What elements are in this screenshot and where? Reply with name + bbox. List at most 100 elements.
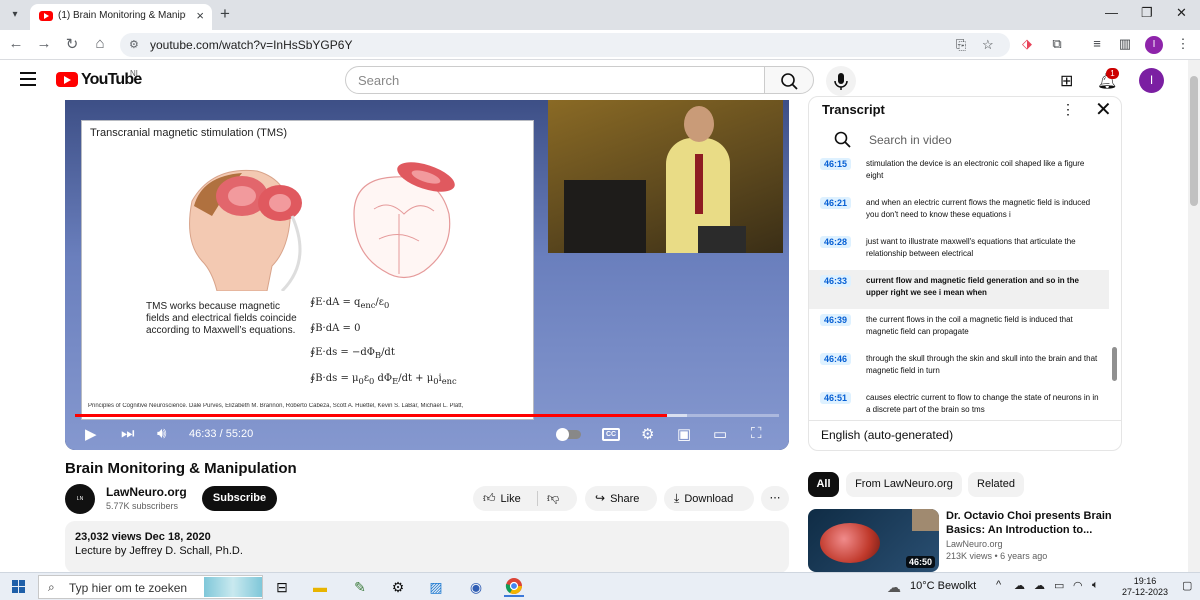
media-queue-icon[interactable]: ≡ [1088, 36, 1106, 51]
weather-text[interactable]: 10°C Bewolkt [910, 580, 976, 592]
more-vertical-icon[interactable]: ⋮ [1061, 101, 1075, 118]
more-actions-button[interactable]: ⋯ [761, 486, 789, 511]
create-video-icon[interactable]: ⊞ [1060, 71, 1073, 91]
progress-bar[interactable] [75, 414, 779, 417]
new-tab-icon[interactable]: + [220, 4, 230, 24]
transcript-timestamp[interactable]: 46:28 [820, 236, 852, 248]
paint-icon[interactable]: ✎ [350, 577, 370, 597]
channel-name[interactable]: LawNeuro.org [106, 485, 187, 499]
onedrive-cloud-icon[interactable]: ☁ [1014, 579, 1025, 592]
settings-gear-icon[interactable]: ⚙ [388, 577, 408, 597]
transcript-timestamp[interactable]: 46:51 [820, 392, 852, 404]
miniplayer-icon[interactable]: ▣ [677, 425, 691, 443]
transcript-row[interactable]: 46:15 stimulation the device is an electr… [809, 153, 1109, 192]
task-view-icon[interactable]: ⊟ [272, 577, 292, 597]
home-icon[interactable]: ⌂ [90, 35, 110, 52]
transcript-search-input[interactable]: Search in video [869, 133, 952, 147]
app-icon[interactable]: ◉ [466, 577, 486, 597]
address-bar[interactable]: ⚙ youtube.com/watch?v=InHsSbYGP6Y ⎘ ☆ [120, 33, 1010, 57]
extension-icon[interactable]: ⬗ [1018, 36, 1036, 52]
related-video-thumbnail[interactable]: 46:50 [808, 509, 939, 572]
close-icon[interactable]: ✕ [1095, 97, 1112, 122]
transcript-row[interactable]: 46:46 through the skull through the skin … [809, 348, 1109, 387]
download-button[interactable]: ⤓ Download [664, 486, 754, 511]
transcript-scrollbar-thumb[interactable] [1112, 347, 1117, 381]
settings-gear-icon[interactable]: ⚙ [641, 425, 654, 443]
transcript-row[interactable]: 46:39 the current flows in the coil a mag… [809, 309, 1109, 348]
chip-related[interactable]: Related [968, 472, 1024, 497]
transcript-timestamp[interactable]: 46:33 [820, 275, 852, 287]
transcript-timestamp[interactable]: 46:39 [820, 314, 852, 326]
related-video-channel[interactable]: LawNeuro.org [946, 539, 1003, 549]
transcript-timestamp[interactable]: 46:15 [820, 158, 852, 170]
reload-icon[interactable]: ↻ [62, 35, 82, 53]
site-info-icon[interactable]: ⚙ [129, 38, 139, 51]
notification-center-icon[interactable]: ▢ [1182, 579, 1192, 592]
chrome-menu-icon[interactable]: ⋮ [1174, 36, 1192, 52]
play-icon[interactable]: ▶ [85, 425, 97, 443]
chrome-icon[interactable] [504, 577, 524, 597]
search-icon[interactable] [834, 131, 852, 149]
install-app-icon[interactable]: ⎘ [956, 37, 966, 53]
transcript-panel: Transcript ⋮ ✕ Search in video 46:15 stim… [808, 96, 1122, 451]
page-scrollbar[interactable] [1188, 60, 1200, 572]
windows-start-icon[interactable] [12, 580, 25, 593]
like-button[interactable]: 👍︎ Like [483, 486, 521, 512]
battery-icon[interactable]: ▭ [1054, 579, 1064, 592]
fullscreen-icon[interactable]: ⛶ [751, 425, 762, 442]
account-avatar[interactable]: I [1139, 68, 1164, 93]
transcript-timestamp[interactable]: 46:46 [820, 353, 852, 365]
wifi-icon[interactable]: ◠ [1073, 579, 1083, 592]
menu-icon[interactable] [20, 72, 36, 90]
share-button[interactable]: ↪ Share [585, 486, 657, 511]
transcript-language[interactable]: English (auto-generated) [821, 428, 953, 442]
close-tab-icon[interactable]: × [196, 8, 204, 23]
captions-icon[interactable]: CC [602, 428, 620, 441]
transcript-row[interactable]: 46:21 and when an electric current flows … [809, 192, 1109, 231]
url-text[interactable]: youtube.com/watch?v=InHsSbYGP6Y [150, 38, 352, 52]
profile-avatar[interactable]: I [1145, 36, 1163, 54]
search-input[interactable]: Search [345, 66, 765, 94]
voice-search-button[interactable] [826, 66, 856, 96]
transcript-text: just want to illustrate maxwell's equati… [866, 237, 1076, 258]
browser-tab[interactable]: (1) Brain Monitoring & Manipul × [30, 4, 212, 30]
forward-icon[interactable]: → [34, 35, 54, 52]
next-video-icon[interactable]: ⏭ [121, 425, 135, 442]
extensions-puzzle-icon[interactable]: ⧉ [1048, 36, 1066, 52]
back-icon[interactable]: ← [6, 35, 26, 52]
tray-expand-icon[interactable]: ^ [996, 579, 1001, 591]
dislike-button[interactable]: 👎︎ [547, 486, 564, 512]
search-button[interactable] [764, 66, 814, 94]
search-placeholder: Search [358, 73, 400, 88]
chip-from-channel[interactable]: From LawNeuro.org [846, 472, 962, 497]
volume-icon[interactable]: 🔊︎ [157, 425, 166, 442]
transcript-language-footer[interactable]: English (auto-generated) [809, 420, 1121, 450]
tab-search-icon[interactable]: ▾ [6, 6, 24, 24]
page-scrollbar-thumb[interactable] [1190, 76, 1198, 206]
channel-avatar[interactable]: LN [65, 484, 95, 514]
cabinet [564, 180, 646, 253]
maximize-icon[interactable]: ❐ [1141, 5, 1153, 21]
chip-all[interactable]: All [808, 472, 839, 497]
close-window-icon[interactable]: ✕ [1176, 5, 1187, 21]
taskbar-clock[interactable]: 19:16 27-12-2023 [1122, 576, 1168, 598]
related-video-title[interactable]: Dr. Octavio Choi presents Brain Basics: … [946, 509, 1116, 537]
weather-cloud-icon[interactable]: ☁ [884, 577, 904, 597]
cloud-sync-icon[interactable]: ☁ [1034, 579, 1045, 592]
volume-icon[interactable]: 🔈︎ [1092, 579, 1099, 592]
description-box[interactable]: 23,032 views Dec 18, 2020 Lecture by Jef… [65, 521, 789, 573]
video-player[interactable]: Transcranial magnetic stimulation (TMS) … [65, 100, 789, 450]
transcript-timestamp[interactable]: 46:21 [820, 197, 852, 209]
transcript-row[interactable]: 46:28 just want to illustrate maxwell's e… [809, 231, 1109, 270]
bookmark-star-icon[interactable]: ☆ [982, 37, 994, 53]
side-panel-icon[interactable]: ▥ [1116, 36, 1134, 52]
file-explorer-icon[interactable]: ▬ [310, 577, 330, 597]
photos-icon[interactable]: ▨ [426, 577, 446, 597]
taskbar-search-box[interactable]: ⌕ Typ hier om te zoeken [38, 575, 263, 599]
subscribe-button[interactable]: Subscribe [202, 486, 277, 511]
minimize-icon[interactable]: — [1105, 5, 1118, 20]
youtube-logo-icon[interactable] [56, 72, 78, 87]
transcript-row[interactable]: 46:33 current flow and magnetic field gen… [809, 270, 1109, 309]
theater-mode-icon[interactable]: ▭ [713, 425, 727, 443]
autoplay-toggle[interactable] [556, 428, 581, 441]
